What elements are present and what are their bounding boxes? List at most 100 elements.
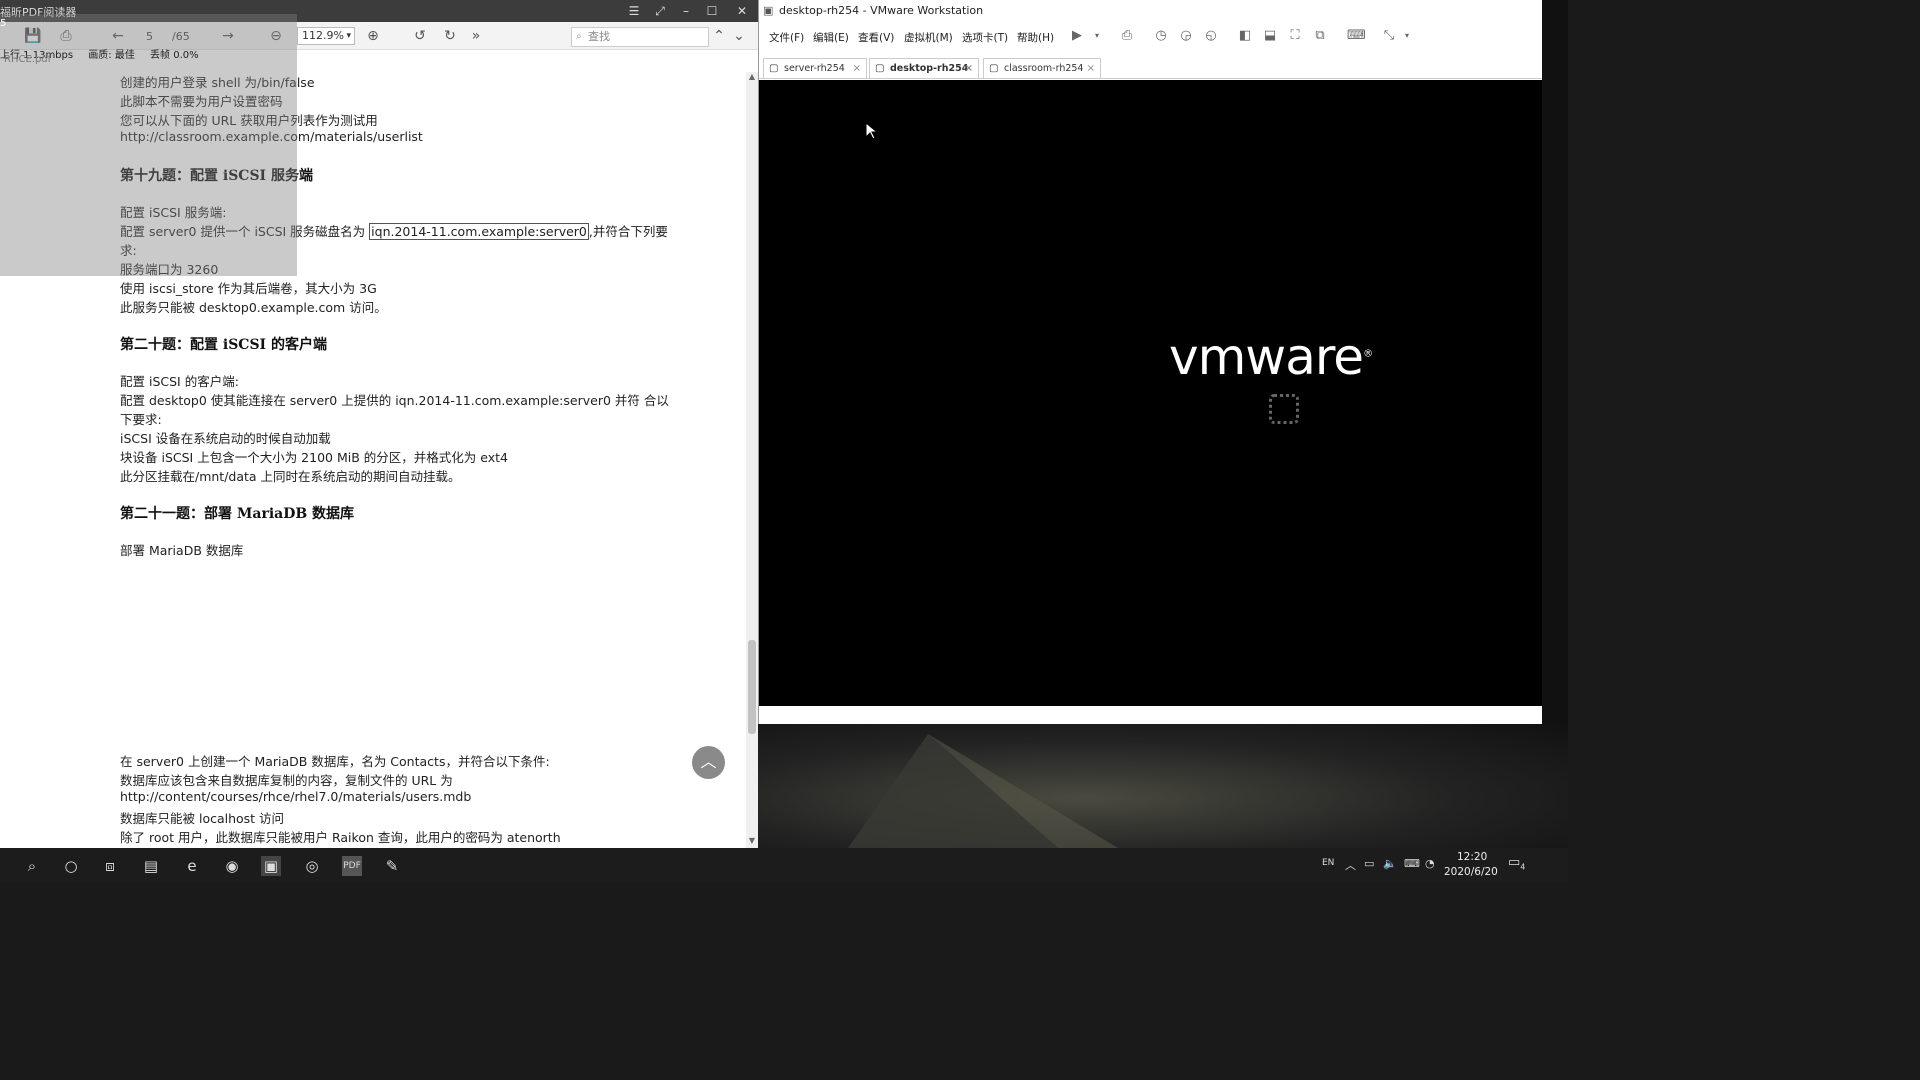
minimize-button[interactable]: – [678, 3, 694, 19]
snapshot-icon[interactable]: ◷ [1153, 28, 1169, 44]
chevron-up-icon[interactable]: ︿ [1345, 857, 1356, 873]
text-line: 除了 root 用户，此数据库只能被用户 Raikon 查询，此用户的密码为 a… [120, 830, 561, 845]
clock-date[interactable]: 2020/6/20 [1444, 866, 1498, 878]
close-icon[interactable]: × [1087, 59, 1095, 78]
chevron-down-icon[interactable]: ▾ [1089, 28, 1105, 44]
vm-console-screen[interactable]: vmware® [759, 80, 1543, 706]
text-line: 在 server0 上创建一个 MariaDB 数据库，名为 Contacts，… [120, 754, 550, 769]
rotate-left-icon[interactable]: ↺ [412, 28, 428, 44]
tab-label: classroom-rh254 [1004, 63, 1084, 74]
search-next-icon[interactable]: ⌄ [731, 28, 747, 44]
vmware-logo: vmware® [1169, 328, 1373, 386]
tab-server-rh254[interactable]: ▢ server-rh254 × [763, 58, 867, 78]
close-button[interactable]: ✕ [734, 3, 750, 19]
stretch-guest-icon[interactable]: ⤡ [1381, 28, 1397, 44]
thumbnail-view-icon[interactable]: ⬓ [1262, 28, 1278, 44]
vmware-window-title: desktop-rh254 - VMware Workstation [779, 4, 984, 17]
library-view-icon[interactable]: ◧ [1237, 28, 1253, 44]
search-icon[interactable]: ⌕ [22, 856, 42, 876]
clock-time[interactable]: 12:20 [1457, 851, 1487, 863]
vm-icon: ▢ [769, 63, 779, 74]
tab-label: server-rh254 [784, 63, 845, 74]
search-prev-icon[interactable]: ⌃ [711, 28, 727, 44]
vertical-scrollbar[interactable]: ▲ ▼ [746, 72, 758, 848]
maximize-button[interactable]: ☐ [704, 3, 720, 19]
task-view-icon[interactable]: ⧈ [100, 856, 120, 876]
rotate-right-icon[interactable]: ↻ [442, 28, 458, 44]
text-line: 此分区挂载在/mnt/data 上同时在系统启动的期间自动挂载。 [120, 469, 461, 484]
tab-label: desktop-rh254 [890, 63, 969, 74]
edge-browser-icon[interactable]: e [182, 856, 202, 876]
notepad-icon[interactable]: ✎ [382, 856, 402, 876]
cortana-icon[interactable]: ○ [61, 856, 81, 876]
mouse-cursor-icon [865, 122, 877, 140]
text-line: 下要求: [120, 412, 162, 427]
vmware-window: ▣ desktop-rh254 - VMware Workstation 文件(… [758, 0, 1543, 724]
zoom-in-icon[interactable]: ⊕ [365, 28, 381, 44]
browser-icon[interactable]: ◎ [302, 856, 322, 876]
taskbar: ⌕ ○ ⧈ ▤ e ◉ ▣ ◎ PDF ✎ EN ︿ ▭ 🔈 ⌨ ◔ 12:20… [0, 848, 1568, 882]
fullscreen-icon[interactable]: ⤢ [652, 3, 668, 19]
chevron-down-icon: ▾ [346, 31, 351, 41]
unity-icon[interactable]: ⧉ [1312, 28, 1328, 44]
text-line: 此服务只能被 desktop0.example.com 访问。 [120, 300, 387, 315]
fullscreen-icon[interactable]: ⛶ [1287, 28, 1303, 44]
send-ctrl-alt-del-icon[interactable]: ⎙ [1119, 28, 1135, 44]
notification-count: 4 [1520, 862, 1526, 872]
document-tab[interactable]: RHCE.pdf [4, 54, 174, 68]
more-tools-icon[interactable]: » [468, 28, 484, 44]
close-icon[interactable]: × [853, 59, 861, 78]
vmware-menubar: 文件(F) 编辑(E) 查看(V) 虚拟机(M) 选项卡(T) 帮助(H) ▶ … [759, 24, 1543, 50]
scroll-up-icon[interactable]: ▲ [746, 72, 758, 84]
text-line: 配置 desktop0 使其能连接在 server0 上提供的 iqn.2014… [120, 393, 669, 408]
close-icon[interactable]: × [965, 59, 973, 78]
revert-snapshot-icon[interactable]: ◶ [1178, 28, 1194, 44]
vm-tab-bar: ▢ server-rh254 × ▢ desktop-rh254 × ▢ cla… [759, 56, 1543, 79]
menu-file[interactable]: 文件(F) [769, 30, 804, 45]
battery-icon[interactable]: ▭ [1364, 857, 1374, 870]
tab-desktop-rh254[interactable]: ▢ desktop-rh254 × [869, 58, 979, 78]
menu-tabs[interactable]: 选项卡(T) [962, 30, 1008, 45]
vm-icon: ▢ [989, 63, 999, 74]
file-explorer-icon[interactable]: ▤ [141, 856, 161, 876]
text-segment: ,并符合下列要 [588, 224, 668, 239]
menu-icon[interactable]: ☰ [626, 3, 642, 19]
tent-silhouette-icon [848, 734, 1118, 848]
text-line: 部署 MariaDB 数据库 [120, 543, 244, 558]
menu-help[interactable]: 帮助(H) [1017, 30, 1054, 45]
text-line: iSCSI 设备在系统启动的时候自动加载 [120, 431, 331, 446]
zoom-value: 112.9% [302, 29, 344, 42]
volume-icon[interactable]: 🔈 [1383, 857, 1397, 870]
pdf-reader-taskbar-icon[interactable]: PDF [342, 856, 362, 876]
chevron-down-icon[interactable]: ▾ [1399, 28, 1415, 44]
text-line: 块设备 iSCSI 上包含一个大小为 2100 MiB 的分区，并格式化为 ex… [120, 450, 508, 465]
text-line: 配置 iSCSI 的客户端: [120, 374, 239, 389]
vmware-taskbar-icon[interactable]: ▣ [261, 856, 281, 876]
console-view-icon[interactable]: ⌨ [1347, 28, 1366, 44]
power-on-icon[interactable]: ▶ [1069, 28, 1085, 44]
text-line: 数据库只能被 localhost 访问 [120, 811, 285, 826]
search-placeholder: 查找 [588, 30, 610, 43]
vm-status-bar [759, 706, 1543, 724]
stream-status-overlay: 5 上行 1.13mbps 画质: 最佳 丢帧 0.0% RHCE.pdf [0, 14, 297, 276]
notification-icon[interactable]: ▭4 [1508, 855, 1525, 872]
vmware-app-icon: ▣ [763, 4, 774, 17]
back-to-top-button[interactable]: ︿ [692, 746, 725, 779]
input-language[interactable]: EN [1322, 858, 1334, 868]
scroll-thumb[interactable] [748, 640, 756, 734]
input-method-icon[interactable]: ⌨ [1404, 857, 1420, 870]
tab-classroom-rh254[interactable]: ▢ classroom-rh254 × [983, 58, 1101, 78]
menu-view[interactable]: 查看(V) [858, 30, 894, 45]
search-input[interactable]: ⌕ 查找 [571, 27, 709, 47]
loading-spinner-icon [1269, 394, 1299, 424]
zoom-select[interactable]: 112.9% ▾ [297, 27, 355, 45]
search-icon: ⌕ [576, 31, 582, 42]
chat-app-icon[interactable]: ◉ [222, 856, 242, 876]
wifi-icon[interactable]: ◔ [1425, 857, 1435, 870]
desktop-wallpaper [758, 724, 1568, 848]
menu-edit[interactable]: 编辑(E) [813, 30, 849, 45]
text-line: 使用 iscsi_store 作为其后端卷，其大小为 3G [120, 281, 377, 296]
snapshot-manager-icon[interactable]: ◵ [1203, 28, 1219, 44]
menu-vm[interactable]: 虚拟机(M) [904, 30, 953, 45]
scroll-down-icon[interactable]: ▼ [746, 836, 758, 848]
